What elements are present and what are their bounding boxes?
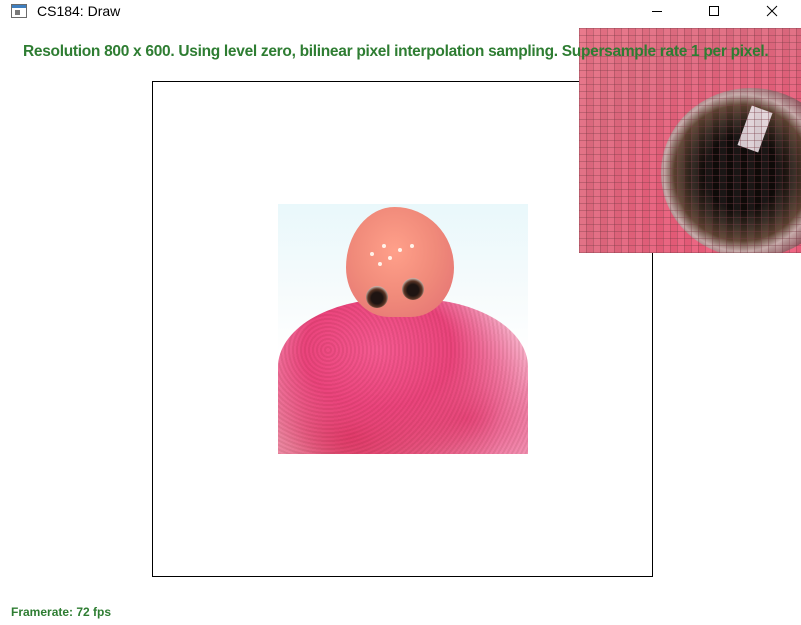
texture-image: [278, 204, 528, 454]
maximize-button[interactable]: [691, 0, 737, 22]
app-icon[interactable]: [11, 4, 27, 18]
zoom-inset: [579, 28, 801, 253]
status-text: Resolution 800 x 600. Using level zero, …: [23, 43, 769, 60]
framerate-text: Framerate: 72 fps: [11, 605, 112, 619]
minimize-icon: [652, 11, 662, 12]
minimize-button[interactable]: [634, 0, 680, 22]
title-bar[interactable]: CS184: Draw: [0, 0, 801, 24]
close-icon: [766, 5, 778, 17]
maximize-icon: [709, 6, 719, 16]
window-title: CS184: Draw: [37, 3, 121, 19]
close-button[interactable]: [749, 0, 795, 22]
